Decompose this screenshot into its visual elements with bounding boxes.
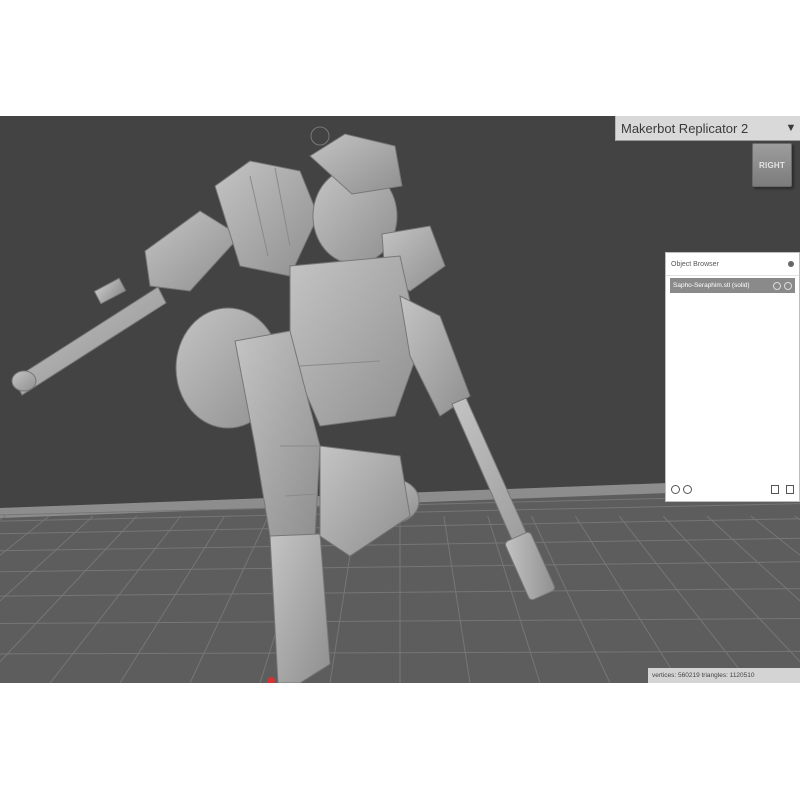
object-browser-footer — [666, 477, 799, 501]
add-object-icon[interactable] — [671, 484, 680, 494]
settings-icon[interactable] — [773, 281, 781, 290]
object-browser-title: Object Browser — [671, 260, 719, 268]
object-browser-panel: Object Browser Sapho-Seraphim.stl (solid… — [665, 252, 800, 502]
eye-icon[interactable] — [784, 281, 792, 290]
trash-icon[interactable] — [786, 484, 794, 494]
close-icon[interactable] — [788, 261, 794, 267]
duplicate-icon[interactable] — [771, 484, 779, 494]
object-item-label: Sapho-Seraphim.stl (solid) — [673, 282, 750, 289]
triangle-down-icon[interactable]: ▼ — [782, 122, 800, 134]
object-list-item[interactable]: Sapho-Seraphim.stl (solid) — [670, 278, 795, 293]
printer-name: Makerbot Replicator 2 — [621, 120, 749, 136]
view-cube-label: RIGHT — [759, 160, 785, 170]
origin-marker — [268, 677, 275, 683]
mesh-stats-bar: vertices: 560219 triangles: 1120510 — [648, 668, 800, 683]
mesh-stats-text: vertices: 560219 triangles: 1120510 — [652, 672, 755, 679]
object-list: Sapho-Seraphim.stl (solid) — [666, 278, 799, 476]
object-browser-header: Object Browser — [666, 253, 799, 276]
info-icon[interactable] — [683, 484, 692, 494]
view-cube[interactable]: RIGHT — [752, 143, 792, 187]
printer-select-dropdown[interactable]: Makerbot Replicator 2 ▼ — [615, 116, 800, 141]
